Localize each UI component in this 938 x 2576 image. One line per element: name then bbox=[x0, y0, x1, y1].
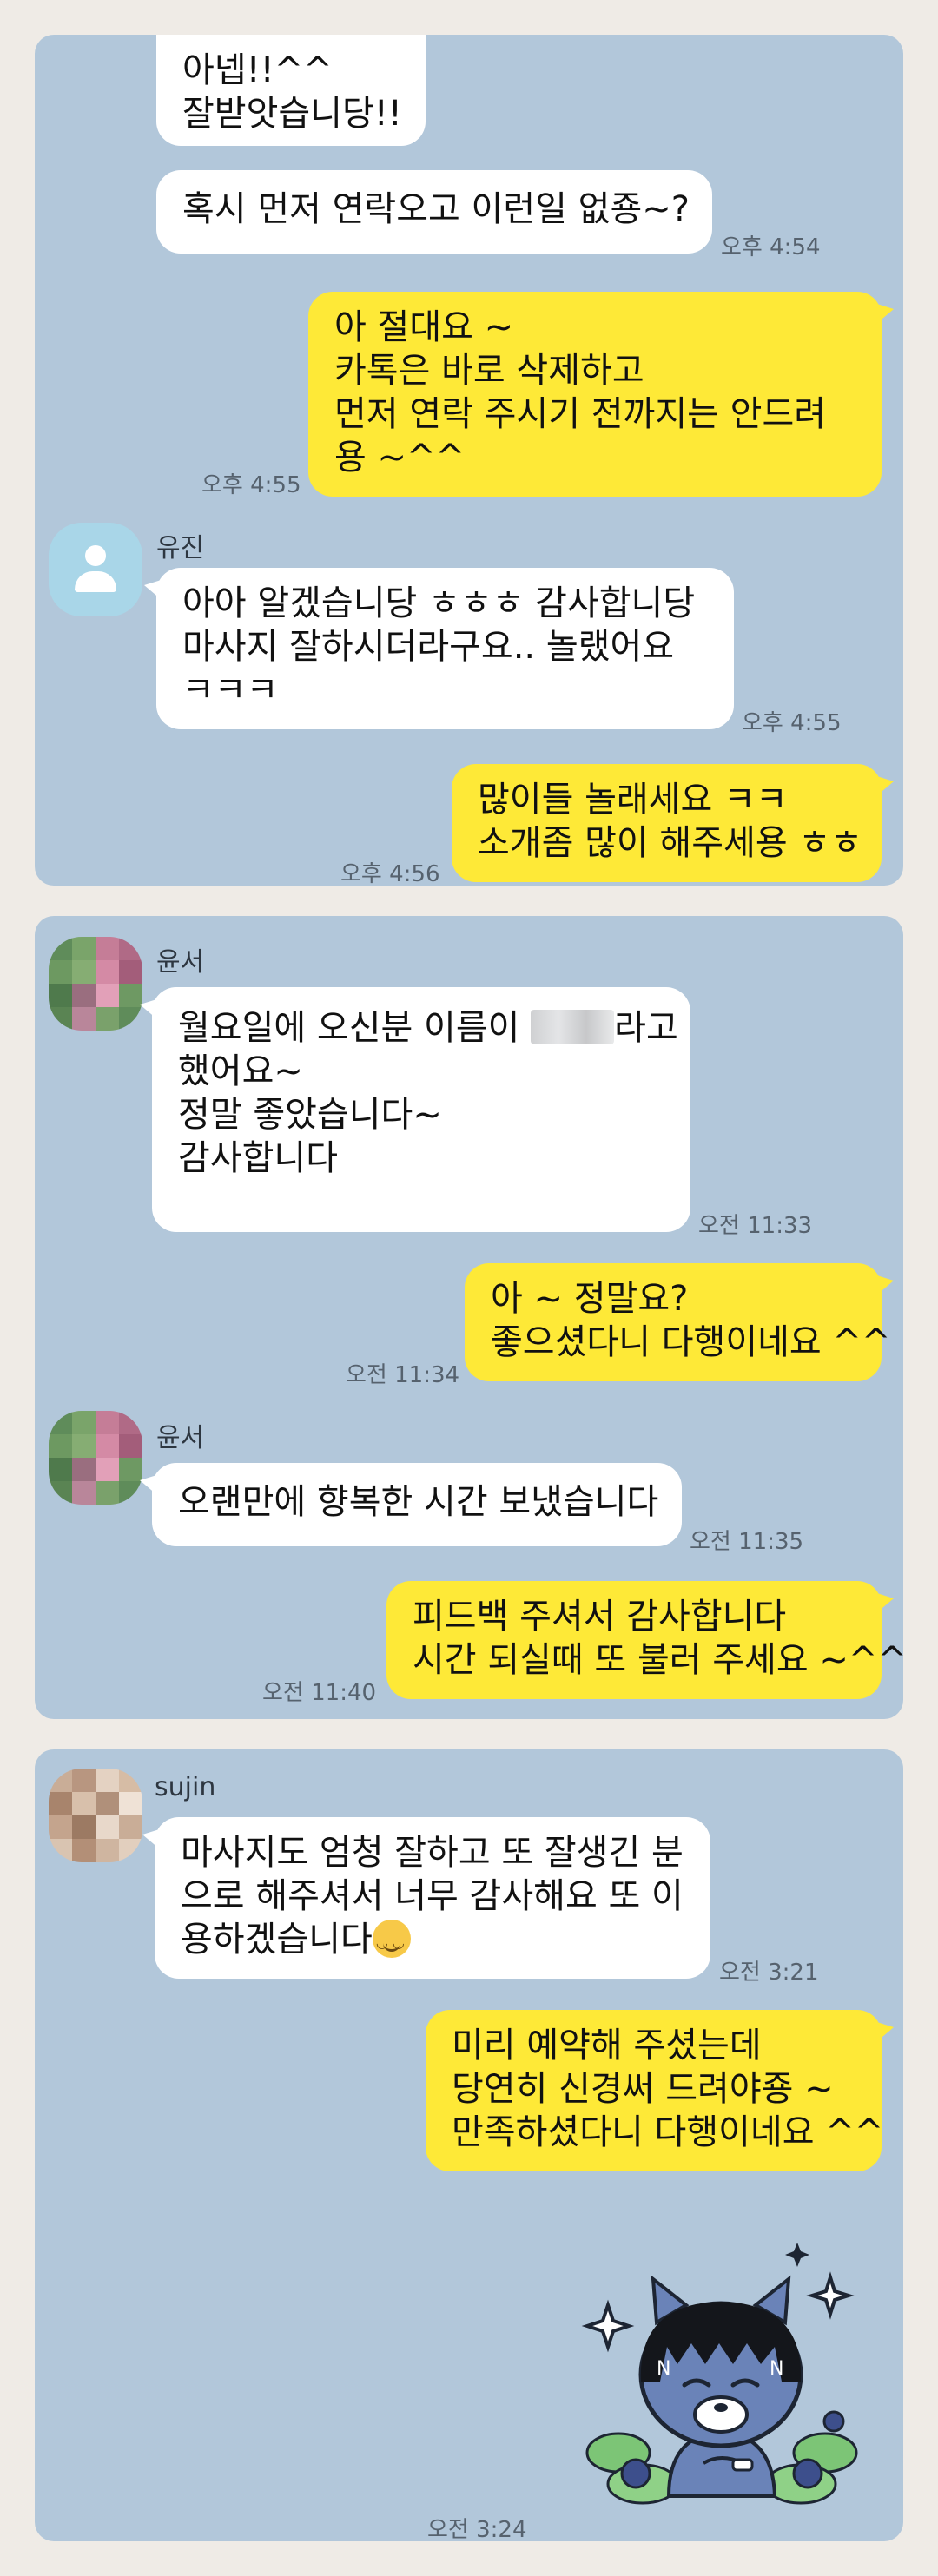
message-line: 많이들 놀래세요 ㅋㅋ bbox=[478, 780, 788, 820]
message-line: 좋으셨다니 다행이네요 ^^ bbox=[491, 1322, 891, 1362]
outgoing-message[interactable]: 아 ~ 정말요? 좋으셨다니 다행이네요 ^^ bbox=[465, 1263, 894, 1381]
smiling-face-emoji-icon bbox=[372, 1920, 411, 1965]
message-line: 아넵!!^^ bbox=[182, 50, 333, 90]
sender-name: sujin bbox=[155, 1772, 216, 1802]
message-time: 오전 11:40 bbox=[262, 1680, 377, 1706]
outgoing-message[interactable]: 아 절대요 ~ 카톡은 바로 삭제하고 먼저 연락 주시기 전까지는 안드려 용… bbox=[308, 292, 894, 497]
message-line: 당연히 신경써 드려야죵 ~ bbox=[452, 2069, 834, 2109]
message-line: 마사지도 엄청 잘하고 또 잘생긴 분 bbox=[181, 1833, 684, 1873]
message-time: 오후 4:56 bbox=[340, 861, 440, 887]
message-line: 오랜만에 향복한 시간 보냈습니다 bbox=[178, 1482, 659, 1522]
svg-text:N: N bbox=[770, 2358, 783, 2380]
message-line: 피드백 주셔서 감사합니다 bbox=[413, 1597, 787, 1637]
message-time: 오전 11:34 bbox=[346, 1362, 460, 1388]
message-line: 용 ~^^ bbox=[334, 438, 466, 478]
message-line: 아 ~ 정말요? bbox=[491, 1279, 689, 1319]
message-line: 마사지 잘하시더라구요.. 놀랬어요 bbox=[182, 627, 675, 667]
message-time: 오전 3:21 bbox=[719, 1960, 819, 1986]
profile-avatar[interactable] bbox=[49, 1769, 142, 1862]
chat-panel-3: sujin 마사지도 엄청 잘하고 또 잘생긴 분 으로 해주셔서 너무 감사해… bbox=[35, 1749, 903, 2543]
message-time: 오전 11:35 bbox=[690, 1529, 804, 1555]
message-line: 아아 알겠습니당 ㅎㅎㅎ 감사합니당 bbox=[182, 583, 696, 623]
outgoing-message[interactable]: 많이들 놀래세요 ㅋㅋ 소개좀 많이 해주세용 ㅎㅎ bbox=[452, 764, 894, 882]
sender-name: 윤서 bbox=[156, 1423, 205, 1453]
incoming-message[interactable]: 아넵!!^^ 잘받앗습니당!! bbox=[156, 35, 426, 146]
svg-text:N: N bbox=[657, 2358, 670, 2380]
message-time: 오후 4:55 bbox=[742, 710, 842, 736]
outgoing-message[interactable]: 미리 예약해 주셨는데 당연히 신경써 드려야죵 ~ 만족하셨다니 다행이네요 … bbox=[426, 2010, 894, 2171]
default-avatar-icon[interactable] bbox=[49, 523, 142, 616]
message-line: 미리 예약해 주셨는데 bbox=[452, 2026, 762, 2065]
message-line: ㅋㅋㅋ bbox=[182, 670, 279, 710]
message-line: 월요일에 오신분 이름이 라고 bbox=[178, 1006, 678, 1050]
message-line: 카톡은 바로 삭제하고 bbox=[334, 351, 644, 391]
message-text: 라고 bbox=[614, 1008, 678, 1048]
profile-avatar[interactable] bbox=[49, 1411, 142, 1505]
incoming-message[interactable]: 월요일에 오신분 이름이 라고 했어요~ 정말 좋았습니다~ 감사합니다 bbox=[140, 987, 690, 1232]
message-line: 만족하셨다니 다행이네요 ^^ bbox=[452, 2112, 884, 2152]
message-line: 아 절대요 ~ bbox=[334, 307, 514, 347]
ryan-bear-sticker-icon[interactable]: N N bbox=[573, 2236, 869, 2513]
incoming-message[interactable]: 아아 알겠습니당 ㅎㅎㅎ 감사합니당 마사지 잘하시더라구요.. 놀랬어요 ㅋㅋ… bbox=[144, 568, 734, 729]
message-text: 용하겠습니다 bbox=[181, 1920, 373, 1960]
message-line: 시간 되실때 또 불러 주세요 ~^^ bbox=[413, 1640, 907, 1680]
message-line: 잘받앗습니당!! bbox=[182, 94, 402, 134]
message-line: 으로 해주셔서 너무 감사해요 또 이 bbox=[181, 1876, 684, 1916]
message-time: 오후 4:55 bbox=[201, 472, 301, 498]
message-line: 했어요~ bbox=[178, 1051, 303, 1091]
profile-avatar[interactable] bbox=[49, 937, 142, 1031]
sender-name: 유진 bbox=[156, 533, 205, 563]
chat-panel-2: 윤서 월요일에 오신분 이름이 라고 했어요~ 정말 좋았습니다~ 감사합니다 … bbox=[35, 916, 907, 1719]
incoming-message[interactable]: 마사지도 엄청 잘하고 또 잘생긴 분 으로 해주셔서 너무 감사해요 또 이 … bbox=[142, 1817, 710, 1979]
message-line: 감사합니다 bbox=[178, 1138, 338, 1178]
message-line: 용하겠습니다 bbox=[181, 1918, 684, 1965]
message-text: 월요일에 오신분 이름이 bbox=[178, 1008, 532, 1048]
blurred-name bbox=[531, 1010, 615, 1044]
message-time: 오전 3:24 bbox=[427, 2517, 527, 2543]
sender-name: 윤서 bbox=[156, 947, 205, 978]
message-line: 혹시 먼저 연락오고 이런일 없죵~? bbox=[182, 189, 690, 229]
message-line: 소개좀 많이 해주세용 ㅎㅎ bbox=[478, 823, 862, 863]
chat-panel-1: 아넵!!^^ 잘받앗습니당!! 혹시 먼저 연락오고 이런일 없죵~? 오후 4… bbox=[35, 35, 903, 887]
message-line: 먼저 연락 주시기 전까지는 안드려 bbox=[334, 394, 827, 434]
incoming-message[interactable]: 오랜만에 향복한 시간 보냈습니다 bbox=[140, 1463, 682, 1546]
message-time: 오전 11:33 bbox=[698, 1213, 813, 1239]
message-line: 정말 좋았습니다~ bbox=[178, 1095, 442, 1135]
outgoing-message[interactable]: 피드백 주셔서 감사합니다 시간 되실때 또 불러 주세요 ~^^ bbox=[386, 1581, 907, 1699]
incoming-message[interactable]: 혹시 먼저 연락오고 이런일 없죵~? bbox=[156, 170, 712, 254]
message-time: 오후 4:54 bbox=[721, 234, 821, 260]
